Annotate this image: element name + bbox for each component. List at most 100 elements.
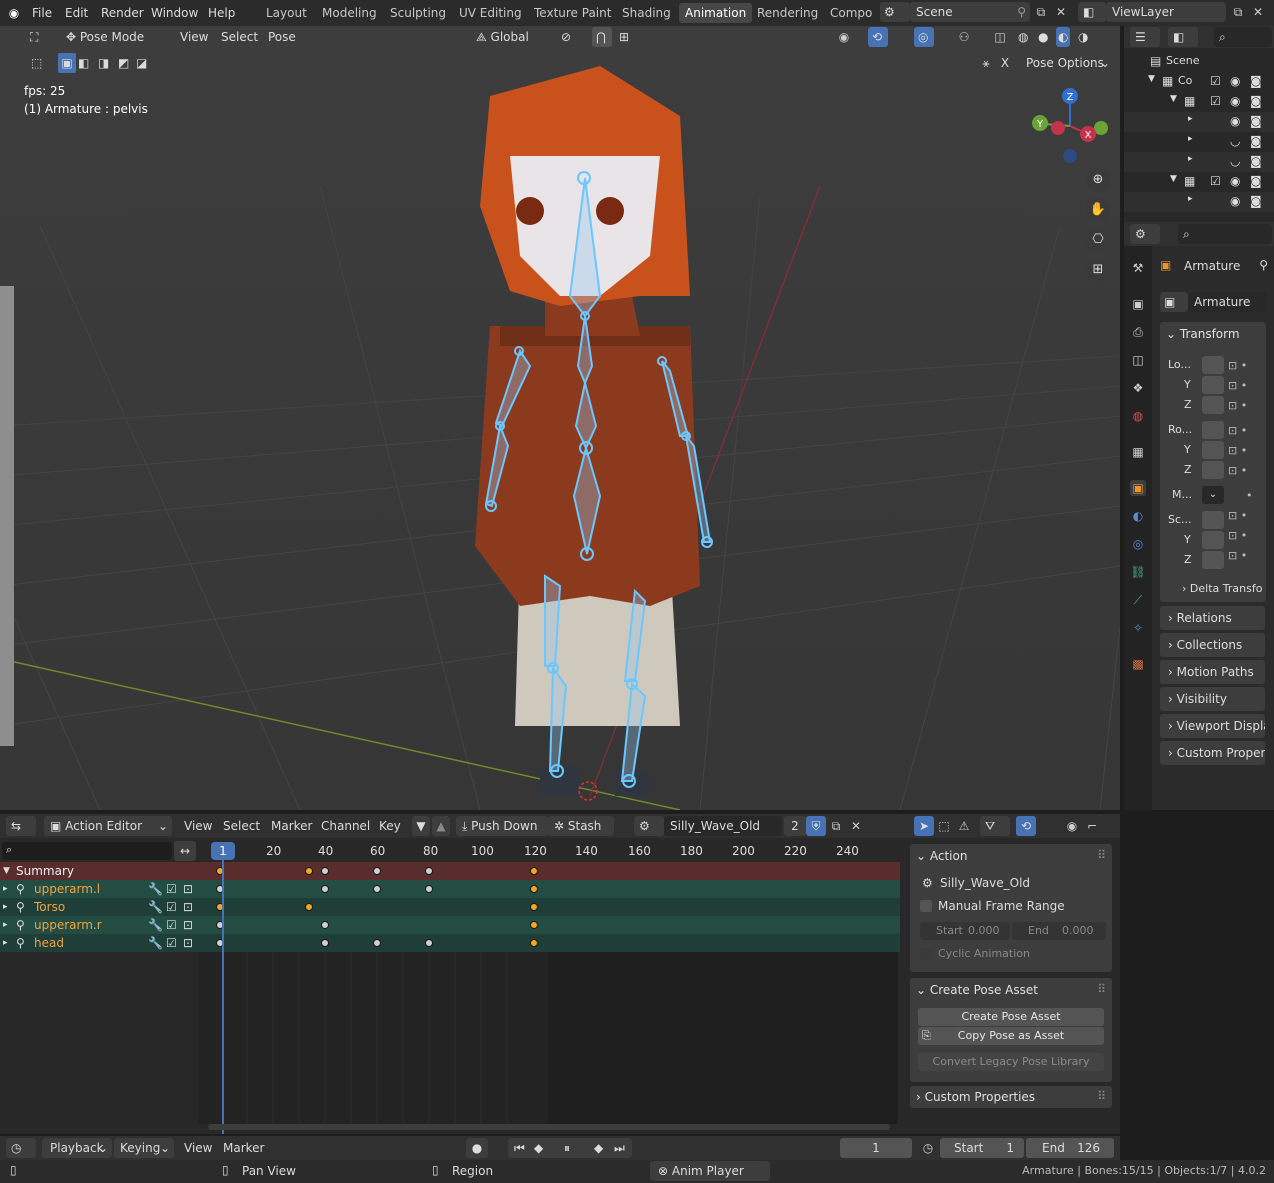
timeline-menu-marker[interactable]: Marker bbox=[223, 1138, 264, 1158]
wireframe-icon[interactable]: ◍ bbox=[1018, 27, 1028, 47]
pan-hand-icon[interactable]: ✋ bbox=[1086, 198, 1110, 222]
tab-uv-editing[interactable]: UV Editing bbox=[453, 3, 528, 23]
delete-view-layer-icon[interactable]: ✕ bbox=[1250, 4, 1266, 20]
action-users-count[interactable]: 2 bbox=[784, 816, 806, 836]
action-menu-marker[interactable]: Marker bbox=[271, 816, 312, 836]
material-preview-icon[interactable]: ◐ bbox=[1056, 27, 1071, 47]
location-y-field[interactable] bbox=[1202, 376, 1224, 394]
rotation-y-field[interactable] bbox=[1202, 441, 1224, 459]
blender-logo-icon[interactable]: ◉ bbox=[6, 5, 22, 21]
camera-icon[interactable]: ◙ bbox=[1250, 194, 1262, 208]
dopesheet-editor-type[interactable]: ⇆ bbox=[6, 816, 36, 836]
select-extend-icon[interactable]: ◧ bbox=[78, 53, 89, 73]
modifier-tab-icon[interactable]: ◐ bbox=[1130, 508, 1146, 524]
eye-icon[interactable]: ◉ bbox=[1230, 114, 1240, 128]
visibility-panel[interactable]: › Visibility bbox=[1160, 687, 1265, 711]
current-frame-field[interactable]: 1 bbox=[840, 1138, 912, 1158]
expand-arrow-icon[interactable]: ▸ bbox=[3, 934, 8, 952]
checkbox-icon[interactable]: ☑ bbox=[1210, 74, 1221, 88]
motion-paths-panel[interactable]: › Motion Paths bbox=[1160, 660, 1265, 684]
expand-arrow-icon[interactable]: ▸ bbox=[3, 898, 8, 916]
scene-selector[interactable]: Scene ⚲ bbox=[910, 2, 1030, 22]
lock-icon[interactable]: ⊡ bbox=[183, 916, 193, 934]
outliner-row-collection[interactable]: ▼ ▦ Co ☑ ◉ ◙ bbox=[1124, 72, 1274, 92]
tab-layout[interactable]: Layout bbox=[260, 3, 313, 23]
camera-icon[interactable]: ◙ bbox=[1250, 74, 1262, 88]
delete-scene-icon[interactable]: ✕ bbox=[1053, 4, 1069, 20]
armature-data-tab-icon[interactable]: ⟋ bbox=[1130, 592, 1146, 608]
keyframe[interactable] bbox=[321, 867, 329, 875]
eye-icon[interactable]: ◉ bbox=[1230, 174, 1240, 188]
expand-arrow-icon[interactable]: ▼ bbox=[1148, 74, 1155, 84]
snap-toggle[interactable]: ⋂ bbox=[592, 27, 612, 47]
properties-editor-type[interactable]: ⚙ bbox=[1130, 224, 1160, 244]
channel-row-upperarm-l[interactable]: ▸ ⚲ upperarm.l 🔧 ☑ ⊡ bbox=[0, 880, 900, 898]
expand-arrow-icon[interactable]: ▸ bbox=[1188, 154, 1193, 164]
custom-properties-header[interactable]: › Custom Properties bbox=[916, 1087, 1035, 1107]
world-tab-icon[interactable]: ◍ bbox=[1130, 408, 1146, 424]
eye-icon[interactable]: ◉ bbox=[1230, 194, 1240, 208]
lock-icon[interactable]: ⊡ bbox=[183, 880, 193, 898]
outliner-row-object[interactable]: ▸ ◉ ◙ bbox=[1124, 192, 1274, 212]
pause-icon[interactable]: ⏸ bbox=[564, 1138, 570, 1158]
physics-tab-icon[interactable]: ◎ bbox=[1130, 536, 1146, 552]
checkbox-icon[interactable]: ☑ bbox=[166, 934, 177, 952]
keyframe[interactable] bbox=[530, 903, 538, 911]
anim-player-button[interactable]: ⊗ Anim Player bbox=[650, 1161, 770, 1181]
lock-icon[interactable]: ⊡ • bbox=[1228, 526, 1264, 546]
frame-end-input[interactable]: End 126 bbox=[1026, 1138, 1114, 1158]
keyframe[interactable] bbox=[321, 921, 329, 929]
scale-x-field[interactable] bbox=[1202, 511, 1224, 529]
pivot-selector[interactable]: ⊘ bbox=[556, 27, 588, 47]
expand-arrow-icon[interactable]: ▸ bbox=[1188, 134, 1193, 144]
tab-texture-paint[interactable]: Texture Paint bbox=[528, 3, 617, 23]
keyframe[interactable] bbox=[530, 939, 538, 947]
snap-target-selector[interactable]: ⊞ bbox=[614, 27, 644, 47]
keyframe[interactable] bbox=[321, 885, 329, 893]
select-mode-tool[interactable]: ⬚ bbox=[26, 53, 48, 73]
gizmo-z-neg-handle[interactable] bbox=[1063, 149, 1077, 163]
playback-menu[interactable]: Playback ⌄ bbox=[42, 1138, 112, 1158]
tab-animation[interactable]: Animation bbox=[679, 3, 753, 23]
expand-arrow-icon[interactable]: ▸ bbox=[3, 880, 8, 898]
auto-snap-toggle[interactable]: ⟲ bbox=[1016, 816, 1036, 836]
select-subtract-icon[interactable]: ◨ bbox=[98, 53, 109, 73]
new-view-layer-icon[interactable]: ⧉ bbox=[1230, 4, 1246, 20]
rotation-x-field[interactable] bbox=[1202, 421, 1224, 439]
wrench-icon[interactable]: 🔧 bbox=[148, 898, 163, 916]
lock-icon[interactable]: ⊡ • bbox=[1228, 356, 1264, 376]
expand-arrow-icon[interactable]: ▸ bbox=[1188, 114, 1193, 124]
pose-asset-header[interactable]: ⌄ Create Pose Asset bbox=[916, 980, 1038, 1000]
select-intersect-icon[interactable]: ◪ bbox=[136, 53, 147, 73]
keyframe[interactable] bbox=[530, 921, 538, 929]
keyframe-dot-icon[interactable]: • bbox=[1228, 486, 1264, 506]
eye-closed-icon[interactable]: ◡ bbox=[1230, 134, 1240, 148]
outliner-editor-type[interactable]: ☰ bbox=[1130, 27, 1160, 47]
location-x-field[interactable] bbox=[1202, 356, 1224, 374]
action-menu-key[interactable]: Key bbox=[379, 816, 401, 836]
lock-icon[interactable]: ⊡ • bbox=[1228, 441, 1264, 461]
eye-closed-icon[interactable]: ◡ bbox=[1230, 154, 1240, 168]
gizmo-toggle[interactable]: ⟲ bbox=[868, 27, 888, 47]
outliner-row-object[interactable]: ▸ ◡ ◙ bbox=[1124, 132, 1274, 152]
only-errors-icon[interactable]: ⚠ bbox=[956, 818, 972, 834]
channel-search-field[interactable]: ⌕ bbox=[2, 842, 172, 860]
checkbox-icon[interactable]: ☑ bbox=[1210, 174, 1221, 188]
orientation-selector[interactable]: ⟁ Global bbox=[470, 27, 550, 47]
properties-search[interactable]: ⌕ bbox=[1178, 224, 1272, 244]
lock-icon[interactable]: ⊡ • bbox=[1228, 506, 1264, 526]
transform-header[interactable]: ⌄ Transform bbox=[1166, 324, 1240, 344]
viewport-menu-view[interactable]: View bbox=[180, 27, 208, 47]
view-layer-tab-icon[interactable]: ◫ bbox=[1130, 352, 1146, 368]
outliner-row-scene[interactable]: ▤ Scene bbox=[1124, 52, 1274, 72]
overlay-toggle[interactable]: ◎ bbox=[914, 27, 934, 47]
unlink-action-icon[interactable]: ✕ bbox=[848, 818, 864, 834]
keyframe[interactable] bbox=[373, 939, 381, 947]
playhead-line[interactable] bbox=[222, 860, 224, 1134]
custom-properties-panel[interactable]: › Custom Properti bbox=[1160, 741, 1265, 765]
outliner-row-object[interactable]: ▸ ◉ ◙ bbox=[1124, 112, 1274, 132]
stash-button[interactable]: ✲ Stash bbox=[548, 816, 614, 836]
frame-start-input[interactable]: Start 1 bbox=[940, 1138, 1024, 1158]
collections-panel[interactable]: › Collections bbox=[1160, 633, 1265, 657]
display-mode-selector[interactable]: ◧ bbox=[1168, 27, 1198, 47]
